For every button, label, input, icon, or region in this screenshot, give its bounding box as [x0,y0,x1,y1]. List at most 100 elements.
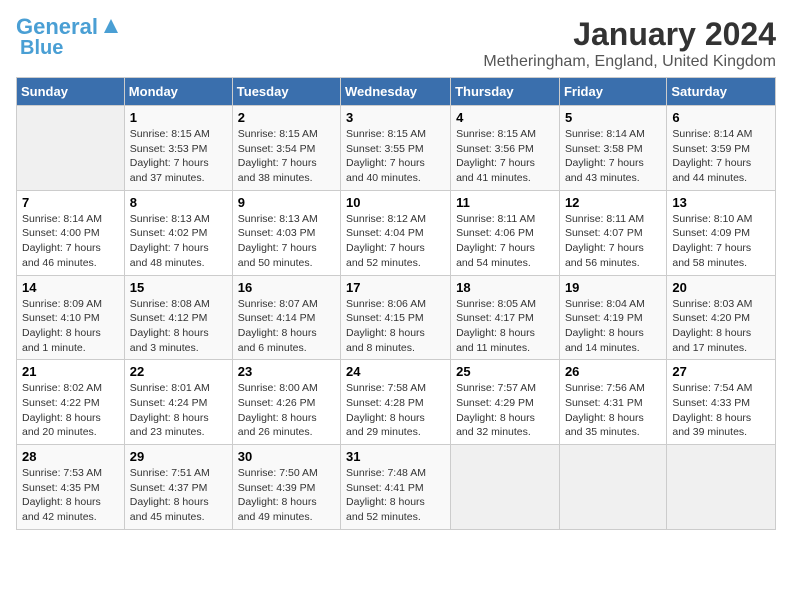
day-number: 1 [130,110,227,125]
location-subtitle: Metheringham, England, United Kingdom [483,53,776,71]
day-info: Sunrise: 8:11 AMSunset: 4:07 PMDaylight:… [565,212,661,271]
calendar-cell [559,445,666,530]
calendar-cell: 6Sunrise: 8:14 AMSunset: 3:59 PMDaylight… [667,106,776,191]
calendar-table: Sunday Monday Tuesday Wednesday Thursday… [16,77,776,530]
calendar-week-row: 28 Sunrise: 7:53 AMSunset: 4:35 PMDayligh… [17,445,776,530]
day-number: 29 [130,449,227,464]
calendar-header-row: Sunday Monday Tuesday Wednesday Thursday… [17,78,776,106]
day-info: Sunrise: 7:54 AMSunset: 4:33 PMDaylight:… [672,381,770,440]
col-wednesday: Wednesday [341,78,451,106]
calendar-cell: 26 Sunrise: 7:56 AMSunset: 4:31 PMDayligh… [559,360,666,445]
calendar-week-row: 1 Sunrise: 8:15 AMSunset: 3:53 PMDaylight… [17,106,776,191]
day-info: Sunrise: 8:14 AMSunset: 4:00 PMDaylight:… [22,212,119,271]
calendar-cell: 23Sunrise: 8:00 AMSunset: 4:26 PMDayligh… [232,360,340,445]
col-monday: Monday [124,78,232,106]
day-number: 9 [238,195,335,210]
calendar-cell: 29 Sunrise: 7:51 AMSunset: 4:37 PMDayligh… [124,445,232,530]
day-number: 30 [238,449,335,464]
day-number: 26 [565,364,661,379]
logo-icon [100,15,122,37]
calendar-cell: 4Sunrise: 8:15 AMSunset: 3:56 PMDaylight… [451,106,560,191]
day-info: Sunrise: 8:13 AMSunset: 4:03 PMDaylight:… [238,212,335,271]
calendar-cell: 10Sunrise: 8:12 AMSunset: 4:04 PMDayligh… [341,190,451,275]
calendar-cell: 17 Sunrise: 8:06 AMSunset: 4:15 PMDayligh… [341,275,451,360]
day-info: Sunrise: 7:53 AMSunset: 4:35 PMDaylight:… [22,466,119,525]
day-number: 15 [130,280,227,295]
day-info: Sunrise: 8:04 AMSunset: 4:19 PMDaylight:… [565,297,661,356]
day-info: Sunrise: 8:11 AMSunset: 4:06 PMDaylight:… [456,212,554,271]
day-number: 11 [456,195,554,210]
col-thursday: Thursday [451,78,560,106]
day-info: Sunrise: 8:01 AMSunset: 4:24 PMDaylight:… [130,381,227,440]
day-number: 13 [672,195,770,210]
calendar-cell [667,445,776,530]
day-info: Sunrise: 7:50 AMSunset: 4:39 PMDaylight:… [238,466,335,525]
calendar-cell: 30 Sunrise: 7:50 AMSunset: 4:39 PMDayligh… [232,445,340,530]
day-info: Sunrise: 8:05 AMSunset: 4:17 PMDaylight:… [456,297,554,356]
day-number: 25 [456,364,554,379]
calendar-cell: 1 Sunrise: 8:15 AMSunset: 3:53 PMDaylight… [124,106,232,191]
day-number: 2 [238,110,335,125]
calendar-cell: 9 Sunrise: 8:13 AMSunset: 4:03 PMDaylight… [232,190,340,275]
col-tuesday: Tuesday [232,78,340,106]
day-info: Sunrise: 8:08 AMSunset: 4:12 PMDaylight:… [130,297,227,356]
logo-blue: Blue [20,37,63,59]
calendar-week-row: 14 Sunrise: 8:09 AMSunset: 4:10 PMDayligh… [17,275,776,360]
day-info: Sunrise: 8:10 AMSunset: 4:09 PMDaylight:… [672,212,770,271]
title-area: January 2024 Metheringham, England, Unit… [483,16,776,71]
day-info: Sunrise: 7:57 AMSunset: 4:29 PMDaylight:… [456,381,554,440]
day-number: 20 [672,280,770,295]
day-number: 6 [672,110,770,125]
calendar-cell: 8 Sunrise: 8:13 AMSunset: 4:02 PMDaylight… [124,190,232,275]
col-friday: Friday [559,78,666,106]
logo: General Blue [16,16,122,59]
calendar-cell [17,106,125,191]
day-number: 8 [130,195,227,210]
day-number: 27 [672,364,770,379]
day-number: 24 [346,364,445,379]
day-number: 3 [346,110,445,125]
day-info: Sunrise: 7:51 AMSunset: 4:37 PMDaylight:… [130,466,227,525]
day-number: 22 [130,364,227,379]
col-saturday: Saturday [667,78,776,106]
calendar-cell: 3 Sunrise: 8:15 AMSunset: 3:55 PMDaylight… [341,106,451,191]
day-number: 7 [22,195,119,210]
calendar-cell: 24 Sunrise: 7:58 AMSunset: 4:28 PMDayligh… [341,360,451,445]
calendar-cell: 15 Sunrise: 8:08 AMSunset: 4:12 PMDayligh… [124,275,232,360]
day-info: Sunrise: 8:03 AMSunset: 4:20 PMDaylight:… [672,297,770,356]
logo-text: General [16,16,98,38]
calendar-cell: 21Sunrise: 8:02 AMSunset: 4:22 PMDayligh… [17,360,125,445]
calendar-cell: 25 Sunrise: 7:57 AMSunset: 4:29 PMDayligh… [451,360,560,445]
calendar-week-row: 7 Sunrise: 8:14 AMSunset: 4:00 PMDaylight… [17,190,776,275]
calendar-week-row: 21Sunrise: 8:02 AMSunset: 4:22 PMDayligh… [17,360,776,445]
day-info: Sunrise: 8:15 AMSunset: 3:55 PMDaylight:… [346,127,445,186]
calendar-cell: 7 Sunrise: 8:14 AMSunset: 4:00 PMDaylight… [17,190,125,275]
calendar-cell: 2 Sunrise: 8:15 AMSunset: 3:54 PMDaylight… [232,106,340,191]
day-number: 16 [238,280,335,295]
day-info: Sunrise: 7:58 AMSunset: 4:28 PMDaylight:… [346,381,445,440]
day-number: 10 [346,195,445,210]
day-info: Sunrise: 7:56 AMSunset: 4:31 PMDaylight:… [565,381,661,440]
calendar-cell: 20 Sunrise: 8:03 AMSunset: 4:20 PMDayligh… [667,275,776,360]
day-info: Sunrise: 8:07 AMSunset: 4:14 PMDaylight:… [238,297,335,356]
calendar-cell: 22 Sunrise: 8:01 AMSunset: 4:24 PMDayligh… [124,360,232,445]
calendar-cell: 14 Sunrise: 8:09 AMSunset: 4:10 PMDayligh… [17,275,125,360]
calendar-cell: 13 Sunrise: 8:10 AMSunset: 4:09 PMDayligh… [667,190,776,275]
day-number: 28 [22,449,119,464]
day-info: Sunrise: 8:00 AMSunset: 4:26 PMDaylight:… [238,381,335,440]
calendar-cell: 12 Sunrise: 8:11 AMSunset: 4:07 PMDayligh… [559,190,666,275]
day-info: Sunrise: 8:06 AMSunset: 4:15 PMDaylight:… [346,297,445,356]
day-info: Sunrise: 8:15 AMSunset: 3:54 PMDaylight:… [238,127,335,186]
calendar-cell: 11 Sunrise: 8:11 AMSunset: 4:06 PMDayligh… [451,190,560,275]
header: General Blue January 2024 Metheringham, … [16,16,776,71]
day-info: Sunrise: 8:09 AMSunset: 4:10 PMDaylight:… [22,297,119,356]
day-number: 5 [565,110,661,125]
day-number: 17 [346,280,445,295]
day-number: 12 [565,195,661,210]
day-info: Sunrise: 8:13 AMSunset: 4:02 PMDaylight:… [130,212,227,271]
day-number: 14 [22,280,119,295]
day-info: Sunrise: 8:15 AMSunset: 3:56 PMDaylight:… [456,127,554,186]
day-info: Sunrise: 8:15 AMSunset: 3:53 PMDaylight:… [130,127,227,186]
day-number: 18 [456,280,554,295]
day-info: Sunrise: 8:14 AMSunset: 3:58 PMDaylight:… [565,127,661,186]
